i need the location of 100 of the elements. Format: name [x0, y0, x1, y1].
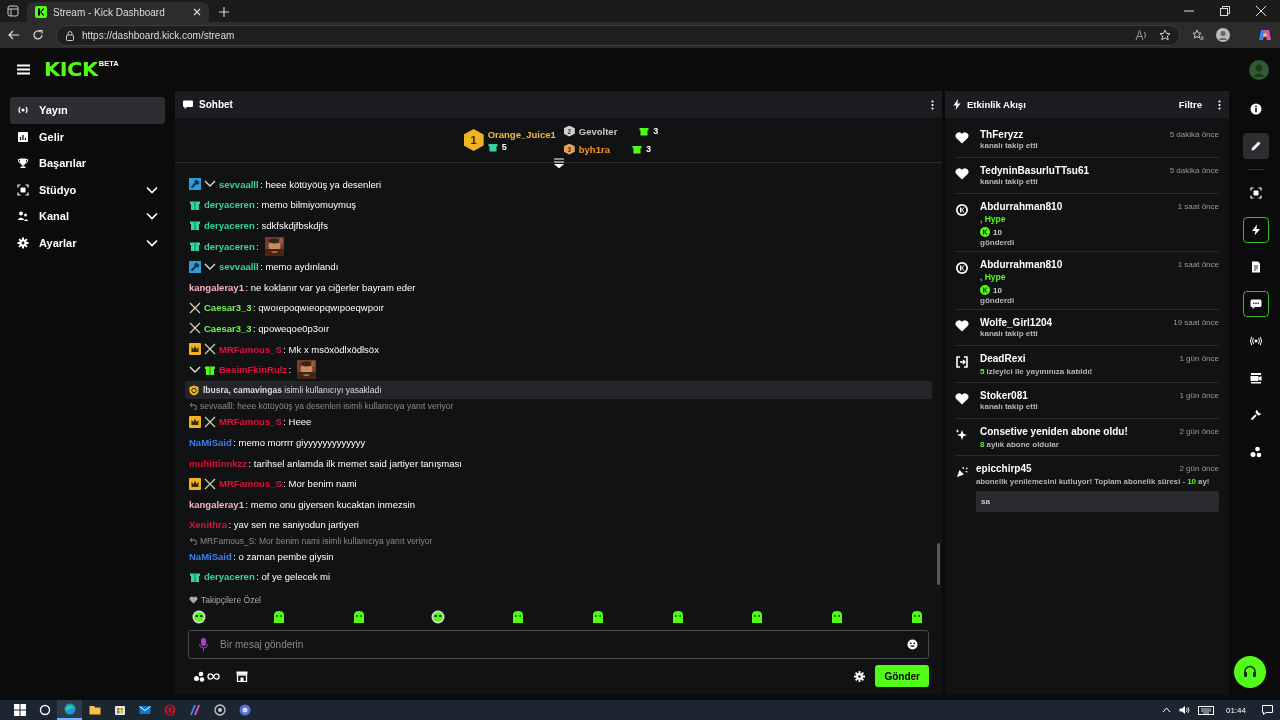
- rank-badge: 1: [463, 129, 484, 151]
- username[interactable]: deryaceren: [204, 571, 257, 583]
- close-icon[interactable]: [1256, 6, 1266, 16]
- copilot-icon[interactable]: [1258, 28, 1272, 42]
- refresh-icon[interactable]: [32, 29, 44, 41]
- emote-icon[interactable]: [830, 610, 845, 624]
- username[interactable]: Xenithra: [189, 519, 229, 531]
- username[interactable]: MRFamous_S: [219, 478, 284, 490]
- toolbar-button[interactable]: [1243, 217, 1269, 243]
- username[interactable]: deryaceren: [204, 220, 257, 231]
- close-icon[interactable]: [193, 8, 201, 16]
- sidebar-item[interactable]: Ayarlar: [10, 229, 165, 256]
- scrollbar[interactable]: [937, 543, 940, 585]
- coin-amount: 10: [993, 227, 1002, 237]
- menu-icon[interactable]: [17, 64, 30, 75]
- username[interactable]: NaMiSaid: [189, 550, 234, 562]
- chevron-down-icon[interactable]: [146, 212, 158, 221]
- username[interactable]: sevvaalll: [219, 178, 261, 190]
- username[interactable]: deryaceren: [204, 240, 257, 252]
- keyboard-icon[interactable]: [1197, 705, 1214, 715]
- emote-icon[interactable]: [909, 610, 924, 624]
- event-time: 1 gün önce: [1179, 390, 1219, 400]
- emote-icon[interactable]: [271, 610, 286, 624]
- pencil-icon: [1250, 140, 1262, 152]
- username[interactable]: muhittinnkzz: [189, 457, 249, 469]
- message-text: : sdkfskdjfbskdjfs: [256, 220, 328, 231]
- back-icon[interactable]: [8, 29, 20, 41]
- sidebar-label: Gelir: [39, 130, 66, 143]
- wrench-icon: [1250, 409, 1262, 421]
- sidebar-label: Kanal: [39, 210, 70, 223]
- toolbar-button[interactable]: [1243, 291, 1269, 317]
- panel-title: Etkinlik Akışı: [967, 99, 1027, 110]
- message-field[interactable]: Bir mesaj gönderin: [188, 630, 929, 659]
- emote-icon[interactable]: [590, 610, 605, 624]
- read-aloud-icon[interactable]: [1135, 29, 1147, 41]
- address-bar[interactable]: https://dashboard.kick.com/stream: [56, 24, 1180, 46]
- message-text: : heee kötüyöüş ya desenleri: [260, 178, 382, 190]
- chevron-down-icon[interactable]: [146, 185, 158, 194]
- sidebar-item[interactable]: Stüdyo: [10, 176, 165, 203]
- emote-icon[interactable]: [431, 610, 446, 624]
- username[interactable]: Caesar3_3: [204, 322, 254, 334]
- send-button[interactable]: Gönder: [875, 665, 929, 687]
- username[interactable]: Caesar3_3: [204, 302, 254, 314]
- microphone-icon[interactable]: [199, 638, 208, 651]
- username[interactable]: kangaleray1: [189, 281, 246, 293]
- reply-icon: [189, 536, 197, 545]
- avatar-icon[interactable]: [1249, 59, 1269, 80]
- heart-icon: [955, 131, 969, 145]
- sparkle-icon: [955, 428, 969, 442]
- emote-icon[interactable]: [192, 610, 206, 624]
- hammer-badge-icon: [189, 260, 201, 273]
- more-options-icon[interactable]: [931, 99, 934, 110]
- username[interactable]: MRFamous_S: [219, 416, 284, 428]
- sidebar-item[interactable]: Gelir: [10, 123, 165, 150]
- filter-button[interactable]: Filtre: [1178, 99, 1202, 110]
- sidebar-item[interactable]: Başarılar: [10, 150, 165, 177]
- new-tab-icon[interactable]: [219, 7, 229, 17]
- toolbar-button[interactable]: [1243, 133, 1269, 159]
- profile-avatar-icon[interactable]: [1216, 28, 1230, 42]
- taskbar-app[interactable]: [57, 700, 82, 720]
- event-title: Stoker081: [980, 389, 1029, 401]
- trophy-icon: [17, 157, 29, 170]
- username[interactable]: kangaleray1: [189, 498, 246, 510]
- username[interactable]: MRFamous_S: [219, 343, 284, 355]
- favorites-icon[interactable]: [1192, 29, 1204, 41]
- message-input[interactable]: Bir mesaj gönderin: [218, 638, 897, 651]
- search-icon: [38, 704, 51, 716]
- settings-icon[interactable]: [854, 670, 866, 682]
- chevron-up-icon[interactable]: [1161, 707, 1171, 713]
- sidebar-item[interactable]: Kanal: [10, 203, 165, 230]
- emote-icon[interactable]: [670, 610, 685, 624]
- event-title: Abdurrahman810: [980, 258, 1064, 270]
- crown-badge-icon: [189, 415, 201, 428]
- connections-infinity-icon[interactable]: [194, 670, 220, 682]
- notification-icon[interactable]: [1262, 705, 1273, 715]
- coin-amount: 10: [993, 285, 1002, 295]
- scroll-down-icon[interactable]: [552, 158, 565, 168]
- username[interactable]: sevvaalll: [219, 261, 261, 273]
- users-icon: [17, 210, 29, 223]
- emote-icon[interactable]: [511, 610, 526, 624]
- emote-icon[interactable]: [351, 610, 366, 624]
- emote-icon[interactable]: [750, 610, 765, 624]
- emoji-icon[interactable]: [907, 639, 918, 650]
- shield-icon: [189, 384, 199, 396]
- sidebar-label: Yayın: [39, 104, 69, 117]
- gift-name: , Hype: [980, 271, 1007, 284]
- support-button[interactable]: [1234, 656, 1266, 688]
- more-options-icon[interactable]: [1218, 99, 1221, 110]
- username[interactable]: NaMiSaid: [189, 436, 234, 448]
- speaker-icon[interactable]: [1178, 705, 1190, 715]
- favorite-star-icon[interactable]: [1159, 29, 1171, 41]
- username[interactable]: deryaceren: [204, 199, 257, 211]
- restore-icon[interactable]: [1220, 6, 1230, 16]
- tab-actions-icon[interactable]: [7, 5, 19, 17]
- chevron-down-icon[interactable]: [146, 238, 158, 247]
- sidebar-item[interactable]: Yayın: [10, 97, 165, 124]
- browser-tab[interactable]: Stream - Kick Dashboard: [27, 2, 209, 22]
- username[interactable]: BesimFkinRulz: [219, 364, 289, 376]
- clock-time[interactable]: 01:44: [1225, 705, 1246, 715]
- store-icon[interactable]: [236, 670, 248, 682]
